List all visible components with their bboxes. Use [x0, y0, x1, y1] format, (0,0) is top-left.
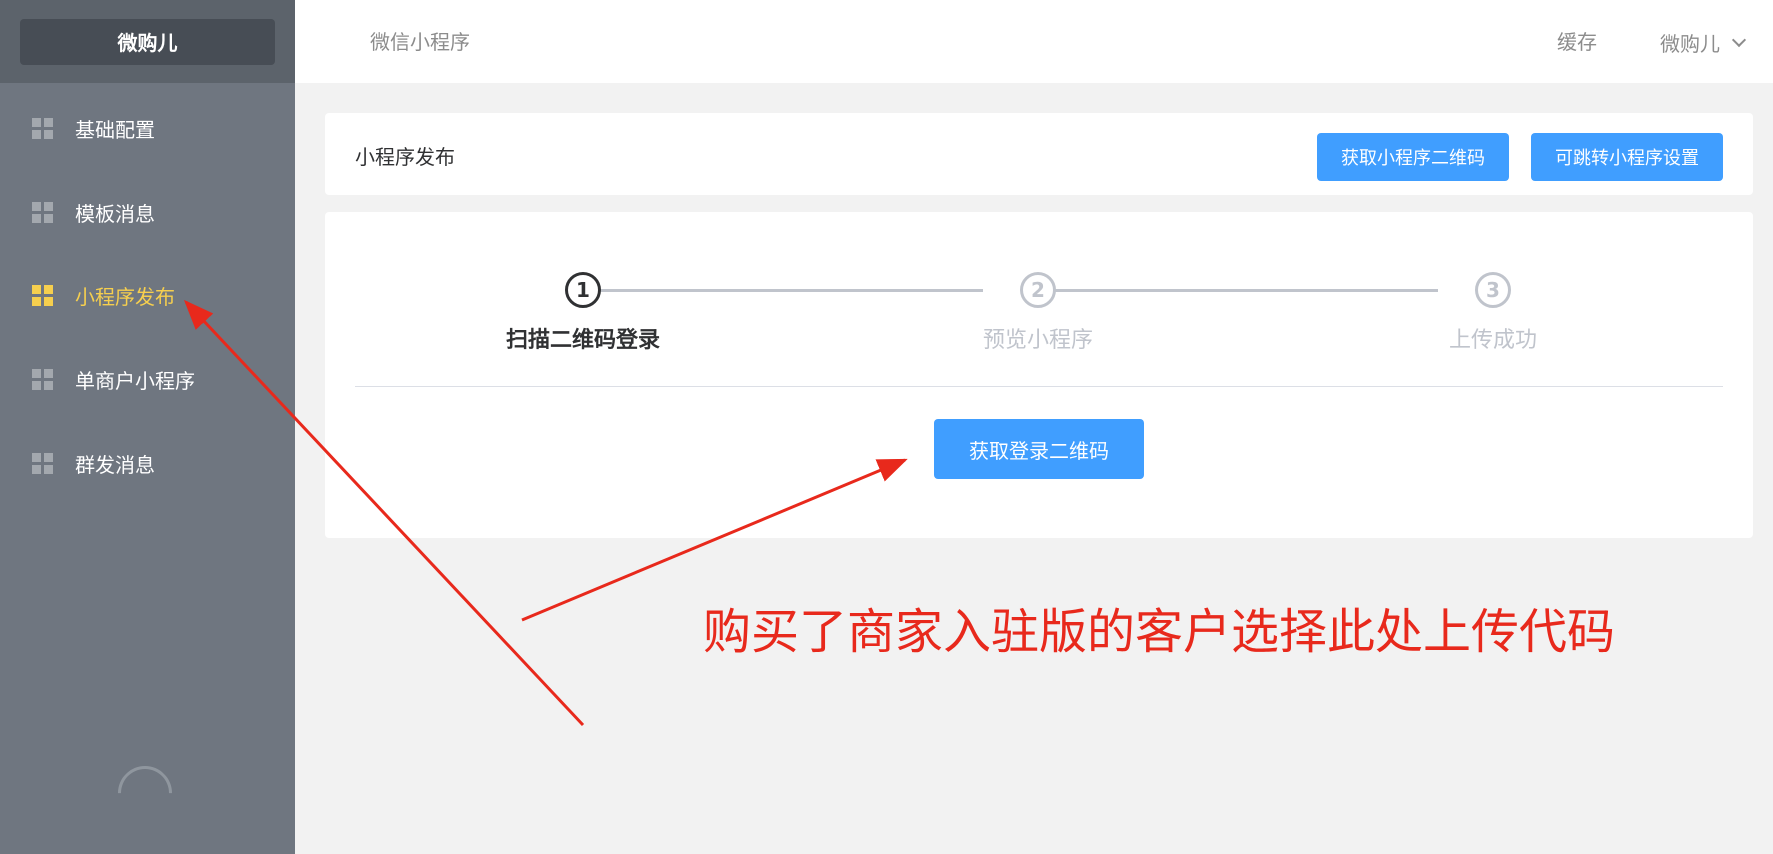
sidebar-item-mass-message[interactable]: 群发消息	[0, 435, 295, 491]
jump-settings-button[interactable]: 可跳转小程序设置	[1531, 133, 1723, 181]
chevron-down-icon	[1731, 32, 1747, 47]
grid-icon	[32, 452, 53, 474]
step-3-label: 上传成功	[1448, 328, 1537, 353]
publish-steps-card: 1 2 3 扫描二维码登录 预览小程序 上传成功 获取登录二维码	[325, 212, 1753, 538]
step-2-label: 预览小程序	[982, 328, 1093, 353]
step-3-circle: 3	[1475, 272, 1511, 308]
publish-card-header: 小程序发布 获取小程序二维码 可跳转小程序设置	[325, 113, 1753, 195]
sidebar-item-label: 小程序发布	[75, 284, 175, 309]
app-logo[interactable]: 微购儿	[20, 18, 275, 65]
grid-icon	[32, 368, 53, 390]
loading-spinner-icon	[106, 754, 184, 832]
get-login-qrcode-button[interactable]: 获取登录二维码	[934, 419, 1144, 479]
get-qrcode-button[interactable]: 获取小程序二维码	[1317, 133, 1509, 181]
sidebar: 微购儿 基础配置 模板消息 小程序发布 单商户小程序 群发消息	[0, 0, 295, 854]
annotation-text: 购买了商家入驻版的客户选择此处上传代码	[703, 604, 1616, 660]
user-name: 微购儿	[1660, 32, 1720, 56]
sidebar-item-basic-config[interactable]: 基础配置	[0, 100, 295, 156]
breadcrumb: 微信小程序	[370, 30, 470, 54]
step-1-label: 扫描二维码登录	[505, 328, 660, 353]
sidebar-item-miniprogram-publish[interactable]: 小程序发布	[0, 267, 295, 323]
grid-icon	[32, 117, 53, 139]
sidebar-item-label: 基础配置	[75, 117, 155, 142]
divider	[355, 386, 1723, 387]
sidebar-item-label: 模板消息	[75, 201, 155, 226]
grid-icon	[32, 284, 53, 306]
sidebar-item-label: 群发消息	[75, 452, 155, 477]
step-2-circle: 2	[1020, 272, 1056, 308]
step-1-circle: 1	[565, 272, 601, 308]
top-header: 微信小程序 缓存 微购儿	[295, 0, 1773, 83]
user-dropdown[interactable]: 微购儿	[1660, 28, 1747, 57]
sidebar-item-template-message[interactable]: 模板消息	[0, 184, 295, 240]
step-connector	[1038, 289, 1438, 292]
cache-button[interactable]: 缓存	[1557, 26, 1597, 55]
card-title: 小程序发布	[355, 145, 455, 169]
grid-icon	[32, 201, 53, 223]
logo-bar: 微购儿	[0, 0, 295, 83]
step-connector	[583, 289, 983, 292]
sidebar-item-single-merchant[interactable]: 单商户小程序	[0, 351, 295, 407]
sidebar-item-label: 单商户小程序	[75, 368, 195, 393]
